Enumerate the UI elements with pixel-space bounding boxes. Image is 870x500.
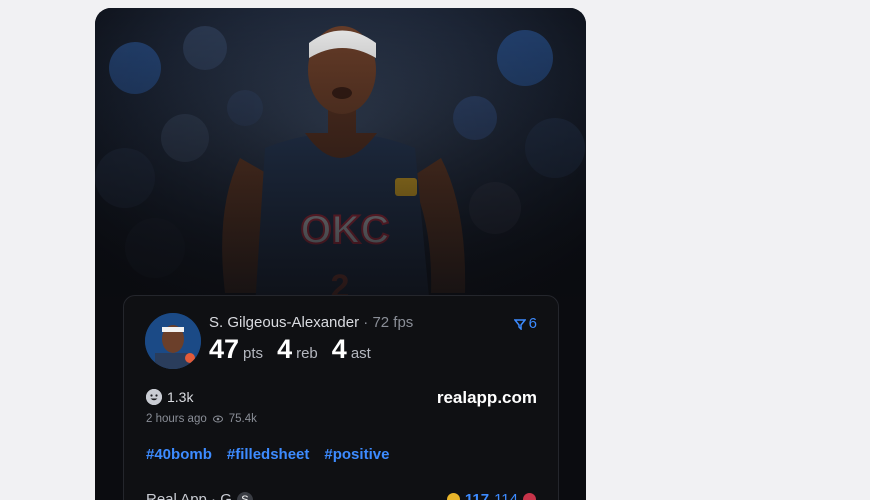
player-photo: OKC 2 <box>95 8 586 308</box>
eye-icon <box>213 415 223 423</box>
funnel-icon <box>514 318 526 330</box>
hashtag-40bomb[interactable]: #40bomb <box>146 446 212 463</box>
author-line[interactable]: Real App · G S <box>146 491 253 500</box>
stat-line: 47pts4reb4ast <box>209 334 385 365</box>
hashtag-list: #40bomb #filledsheet #positive <box>146 446 389 463</box>
fps-label: 72 fps <box>372 314 413 331</box>
post-card[interactable]: OKC 2 S. Gilgeous-Alexander · 72 fps <box>95 8 586 500</box>
avatar[interactable] <box>145 313 201 369</box>
view-count: 75.4k <box>229 413 257 425</box>
hashtag-positive[interactable]: #positive <box>324 446 389 463</box>
game-score[interactable]: 117 114 <box>447 491 536 500</box>
points-unit: pts <box>243 345 263 362</box>
author-name: Real App · G <box>146 491 232 500</box>
team-logo-icon <box>447 493 460 500</box>
rebounds-unit: reb <box>296 345 318 362</box>
away-score: 114 <box>494 491 518 500</box>
post-meta: 2 hours ago 75.4k <box>146 413 257 425</box>
site-link[interactable]: realapp.com <box>437 388 537 408</box>
rebounds-value: 4 <box>277 334 292 364</box>
smile-icon <box>146 389 162 405</box>
reaction-count: 1.3k <box>167 389 193 405</box>
home-score: 117 <box>465 491 489 500</box>
separator: · <box>363 314 368 331</box>
team-logo-icon <box>523 493 536 500</box>
share-count[interactable]: 6 <box>514 315 537 332</box>
player-line[interactable]: S. Gilgeous-Alexander · 72 fps <box>209 314 413 331</box>
assists-unit: ast <box>351 345 371 362</box>
share-count-value: 6 <box>529 315 537 332</box>
stats-panel: S. Gilgeous-Alexander · 72 fps 6 47pts4r… <box>123 295 559 500</box>
author-badge: S <box>237 492 253 500</box>
time-ago: 2 hours ago <box>146 413 207 425</box>
player-name[interactable]: S. Gilgeous-Alexander <box>209 314 359 331</box>
points-value: 47 <box>209 334 239 364</box>
assists-value: 4 <box>332 334 347 364</box>
reaction-button[interactable]: 1.3k <box>146 389 193 405</box>
hashtag-filledsheet[interactable]: #filledsheet <box>227 446 310 463</box>
